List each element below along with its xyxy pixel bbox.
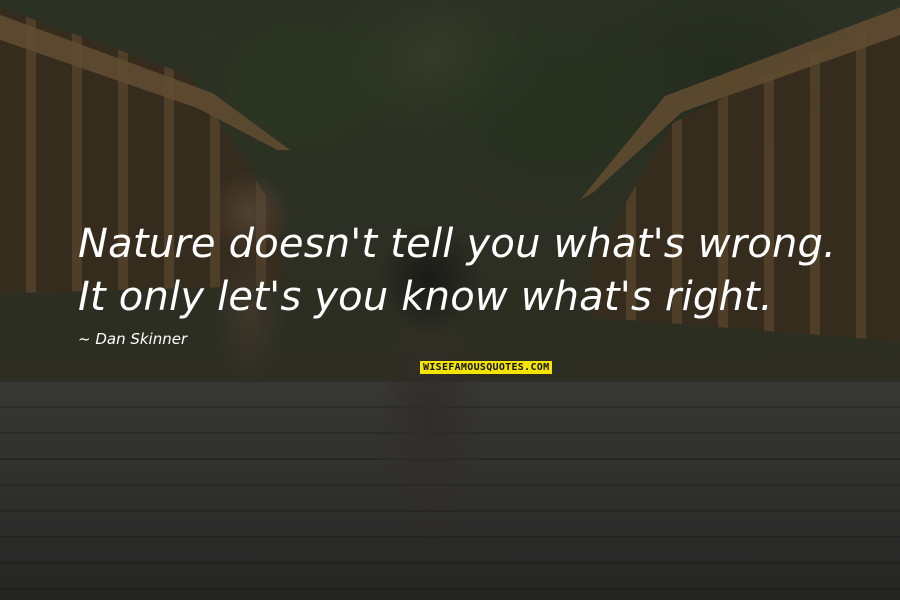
quote-author: ~ Dan Skinner [78, 330, 188, 348]
site-watermark: WISEFAMOUSQUOTES.COM [420, 361, 553, 374]
quote-image: Nature doesn't tell you what's wrong. It… [0, 0, 900, 600]
quote-text: Nature doesn't tell you what's wrong. It… [78, 221, 837, 320]
